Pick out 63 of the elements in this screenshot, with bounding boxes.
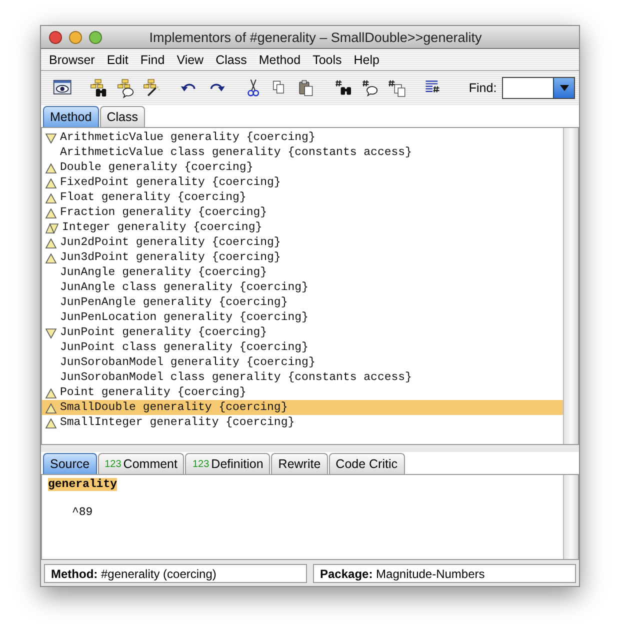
up-triangle-icon [45,252,57,264]
down-triangle-icon [45,326,57,338]
tree-binoculars-icon[interactable] [90,77,109,99]
method-item[interactable]: ArithmeticValue class generality {constants access} [42,145,563,160]
up-triangle-icon [45,176,57,188]
up-triangle-icon [45,162,57,174]
up-triangle-icon [45,206,57,218]
method-item[interactable]: Float generality {coercing} [42,190,563,205]
menu-item[interactable]: Class [210,52,253,66]
method-item[interactable]: Jun2dPoint generality {coercing} [42,235,563,250]
tab[interactable]: 123 Comment [98,453,184,474]
close-icon[interactable] [49,30,62,44]
method-selector: generality [48,478,118,491]
tree-speech-icon[interactable] [116,77,136,99]
method-item[interactable]: ArithmeticValue generality {coercing} [42,130,563,145]
menu-item[interactable]: Edit [100,52,134,66]
method-item[interactable]: JunSorobanModel generality {coercing} [42,355,563,370]
window-title: Implementors of #generality – SmallDouble>>generality [148,30,483,44]
menu-item[interactable]: Browser [43,52,101,66]
down-triangle-icon [45,132,57,144]
menu-item[interactable]: Find [134,52,171,66]
method-item[interactable]: JunPenLocation generality {coercing} [42,310,563,325]
method-item[interactable]: Integer generality {coercing} [42,220,563,235]
status-field: Method: #generality (coercing) [44,564,307,583]
method-item[interactable]: JunAngle class generality {coercing} [42,280,563,295]
up-triangle-icon [45,386,57,398]
method-item[interactable]: JunSorobanModel class generality {constants access} [42,370,563,385]
scrollbar[interactable] [563,475,578,559]
menu-item[interactable]: View [170,52,210,66]
zoom-icon[interactable] [89,30,102,44]
dropdown-icon[interactable] [553,78,574,98]
minimize-icon[interactable] [69,30,82,44]
tab[interactable]: Method [43,106,99,127]
method-item[interactable]: JunAngle generality {coercing} [42,265,563,280]
menu-item[interactable]: Method [252,52,307,66]
find-field[interactable] [502,77,576,99]
method-item[interactable]: JunPoint class generality {coercing} [42,340,563,355]
tree-wand-icon[interactable] [143,77,162,99]
tab[interactable]: Code Critic [328,453,404,474]
find-label: Find: [468,81,497,95]
scrollbar[interactable] [563,128,578,444]
tab[interactable]: Class [100,106,145,127]
method-item[interactable]: Fraction generality {coercing} [42,205,563,220]
method-item[interactable]: JunPenAngle generality {coercing} [42,295,563,310]
up-triangle-icon [45,192,57,204]
up-down-triangles-icon [45,222,59,234]
up-triangle-icon [45,402,57,414]
menu-item[interactable]: Help [348,52,386,66]
method-item[interactable]: JunPoint generality {coercing} [42,325,563,340]
method-item[interactable]: SmallDouble generality {coercing} [42,400,563,415]
method-item[interactable]: SmallInteger generality {coercing} [42,415,563,430]
up-triangle-icon [45,416,57,428]
status-field: Package: Magnitude-Numbers [313,564,576,583]
tab[interactable]: Source [43,453,97,474]
method-item[interactable]: Jun3dPoint generality {coercing} [42,250,563,265]
method-item[interactable]: Double generality {coercing} [42,160,563,175]
method-item[interactable]: FixedPoint generality {coercing} [42,175,563,190]
method-item[interactable]: Point generality {coercing} [42,385,563,400]
up-triangle-icon [45,236,57,248]
tab[interactable]: Rewrite [271,453,328,474]
tab[interactable]: 123 Definition [185,453,270,474]
method-body: ^89 [71,505,94,519]
menu-item[interactable]: Tools [306,52,348,66]
